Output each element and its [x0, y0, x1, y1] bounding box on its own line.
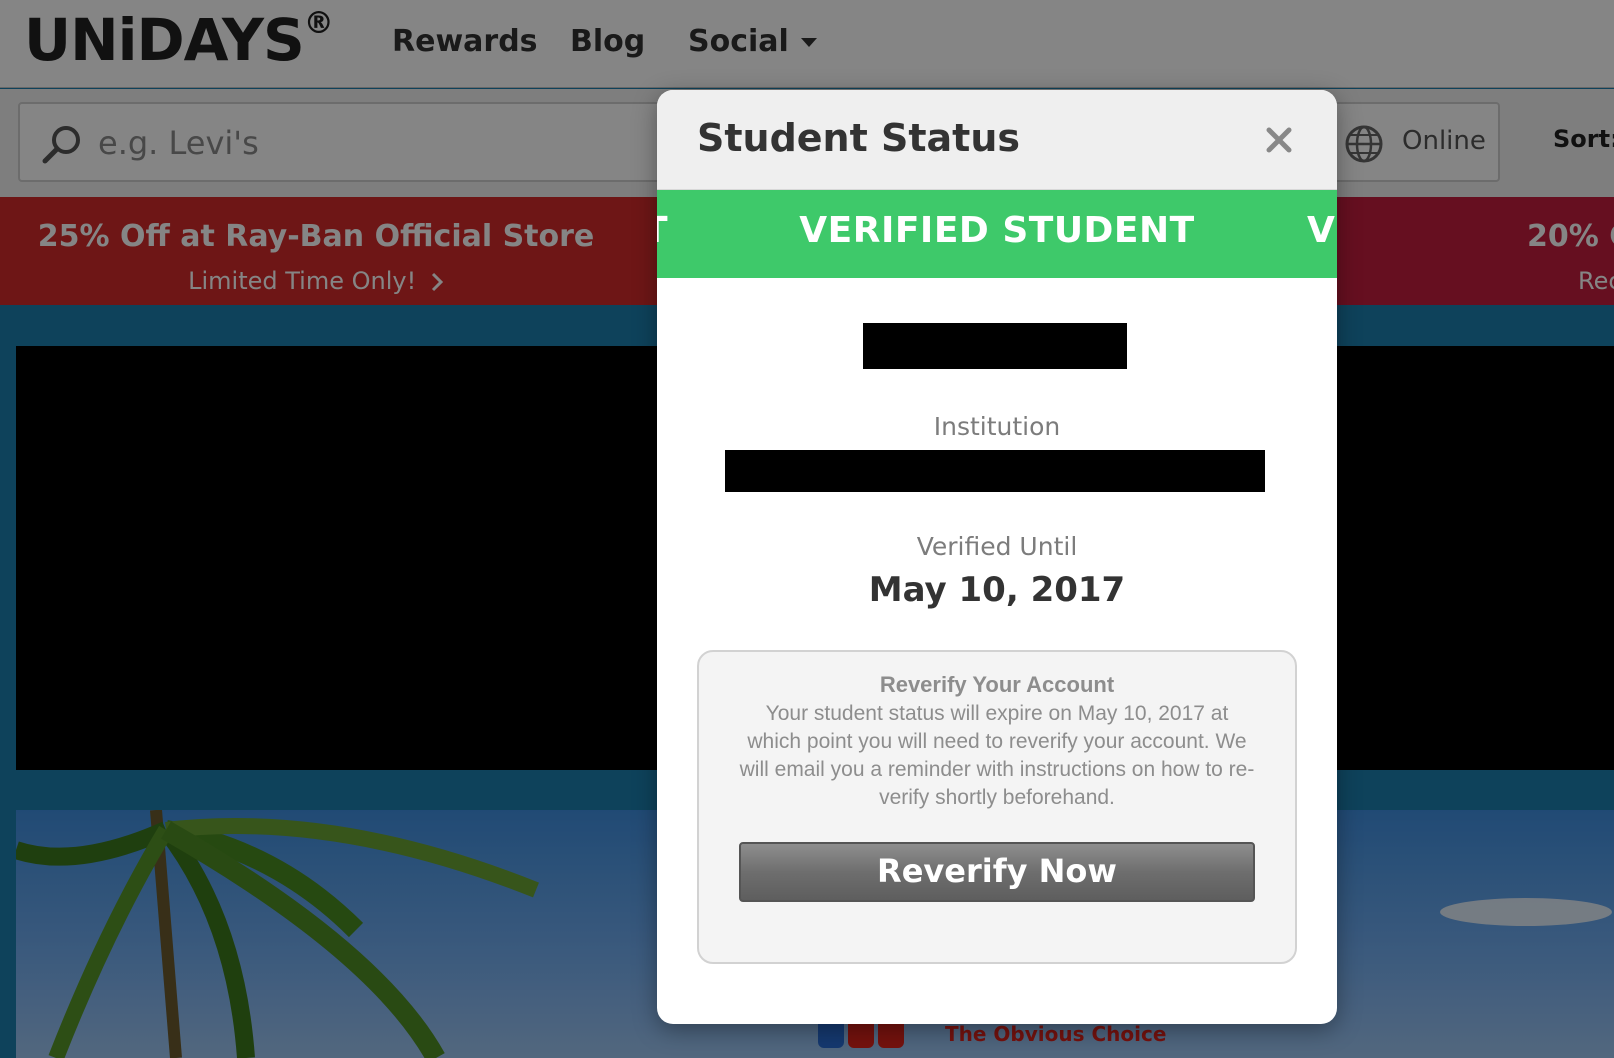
reverify-panel: Reverify Your Account Your student statu… [697, 650, 1297, 964]
student-name-redacted [863, 323, 1127, 369]
modal-title: Student Status [697, 116, 1021, 160]
close-icon[interactable] [1263, 124, 1295, 156]
verified-until-label: Verified Until [916, 532, 1078, 561]
verified-student-banner: T VERIFIED STUDENT V [657, 190, 1337, 278]
banner-marquee-right: V [1307, 210, 1335, 251]
reverify-title: Reverify Your Account [879, 672, 1115, 697]
institution-value-redacted [725, 450, 1265, 492]
reverify-description: Your student status will expire on May 1… [739, 702, 1255, 809]
student-status-modal: Student Status T VERIFIED STUDENT V Inst… [657, 90, 1337, 1024]
verified-until-date: May 10, 2017 [868, 570, 1126, 610]
reverify-now-button[interactable]: Reverify Now [739, 842, 1255, 902]
modal-header: Student Status [657, 90, 1337, 190]
verified-student-text: VERIFIED STUDENT [799, 210, 1195, 251]
institution-label: Institution [933, 412, 1061, 441]
